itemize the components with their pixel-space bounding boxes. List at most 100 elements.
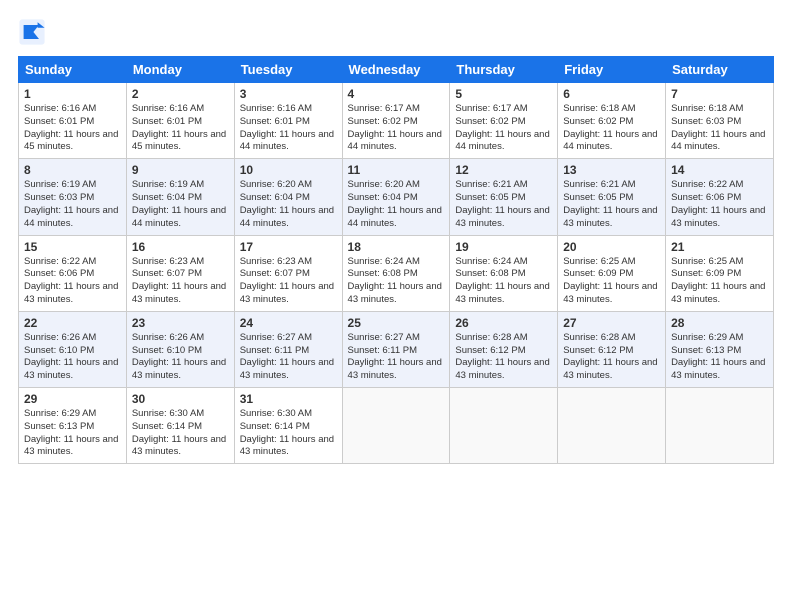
calendar-cell: 5Sunrise: 6:17 AMSunset: 6:02 PMDaylight… xyxy=(450,83,558,159)
day-number: 31 xyxy=(240,392,337,406)
calendar-cell: 8 Sunrise: 6:19 AMSunset: 6:03 PMDaylight… xyxy=(19,159,127,235)
cell-info: Sunrise: 6:23 AMSunset: 6:07 PMDaylight:… xyxy=(240,256,337,307)
day-number: 12 xyxy=(455,163,552,177)
day-number: 9 xyxy=(132,163,229,177)
calendar-cell xyxy=(558,388,666,464)
calendar-cell: 2 Sunrise: 6:16 AMSunset: 6:01 PMDaylight… xyxy=(126,83,234,159)
cell-info: Sunrise: 6:21 AMSunset: 6:05 PMDaylight:… xyxy=(563,179,660,230)
day-number: 26 xyxy=(455,316,552,330)
calendar-cell: 3 Sunrise: 6:16 AMSunset: 6:01 PMDaylight… xyxy=(234,83,342,159)
calendar-cell: 14Sunrise: 6:22 AMSunset: 6:06 PMDayligh… xyxy=(666,159,774,235)
cell-info: Sunrise: 6:19 AMSunset: 6:04 PMDaylight:… xyxy=(132,179,229,230)
day-number: 29 xyxy=(24,392,121,406)
calendar-week-row: 8 Sunrise: 6:19 AMSunset: 6:03 PMDaylight… xyxy=(19,159,774,235)
calendar-header-row: SundayMondayTuesdayWednesdayThursdayFrid… xyxy=(19,57,774,83)
cell-info: Sunrise: 6:21 AMSunset: 6:05 PMDaylight:… xyxy=(455,179,552,230)
calendar-cell: 12 Sunrise: 6:21 AMSunset: 6:05 PMDayligh… xyxy=(450,159,558,235)
day-number: 2 xyxy=(132,87,229,101)
day-number: 23 xyxy=(132,316,229,330)
cell-info: Sunrise: 6:28 AMSunset: 6:12 PMDaylight:… xyxy=(563,332,660,383)
cell-info: Sunrise: 6:22 AMSunset: 6:06 PMDaylight:… xyxy=(24,256,121,307)
day-number: 4 xyxy=(348,87,445,101)
day-number: 8 xyxy=(24,163,121,177)
calendar-cell: 24Sunrise: 6:27 AMSunset: 6:11 PMDayligh… xyxy=(234,311,342,387)
calendar-cell: 26 Sunrise: 6:28 AMSunset: 6:12 PMDayligh… xyxy=(450,311,558,387)
day-of-week-header: Monday xyxy=(126,57,234,83)
calendar-cell: 6 Sunrise: 6:18 AMSunset: 6:02 PMDaylight… xyxy=(558,83,666,159)
calendar-cell: 30 Sunrise: 6:30 AMSunset: 6:14 PMDayligh… xyxy=(126,388,234,464)
calendar-cell xyxy=(666,388,774,464)
cell-info: Sunrise: 6:30 AMSunset: 6:14 PMDaylight:… xyxy=(132,408,229,459)
day-number: 20 xyxy=(563,240,660,254)
cell-info: Sunrise: 6:18 AMSunset: 6:03 PMDaylight:… xyxy=(671,103,768,154)
day-of-week-header: Wednesday xyxy=(342,57,450,83)
day-of-week-header: Sunday xyxy=(19,57,127,83)
day-number: 5 xyxy=(455,87,552,101)
calendar-cell: 27 Sunrise: 6:28 AMSunset: 6:12 PMDayligh… xyxy=(558,311,666,387)
cell-info: Sunrise: 6:25 AMSunset: 6:09 PMDaylight:… xyxy=(671,256,768,307)
cell-info: Sunrise: 6:24 AMSunset: 6:08 PMDaylight:… xyxy=(348,256,445,307)
calendar-cell: 7Sunrise: 6:18 AMSunset: 6:03 PMDaylight… xyxy=(666,83,774,159)
calendar-cell: 31 Sunrise: 6:30 AMSunset: 6:14 PMDayligh… xyxy=(234,388,342,464)
calendar-cell: 1 Sunrise: 6:16 AMSunset: 6:01 PMDaylight… xyxy=(19,83,127,159)
cell-info: Sunrise: 6:19 AMSunset: 6:03 PMDaylight:… xyxy=(24,179,121,230)
day-of-week-header: Tuesday xyxy=(234,57,342,83)
day-number: 1 xyxy=(24,87,121,101)
day-number: 21 xyxy=(671,240,768,254)
day-number: 22 xyxy=(24,316,121,330)
calendar-cell: 16Sunrise: 6:23 AMSunset: 6:07 PMDayligh… xyxy=(126,235,234,311)
day-number: 15 xyxy=(24,240,121,254)
cell-info: Sunrise: 6:26 AMSunset: 6:10 PMDaylight:… xyxy=(132,332,229,383)
calendar-cell: 9 Sunrise: 6:19 AMSunset: 6:04 PMDaylight… xyxy=(126,159,234,235)
day-number: 3 xyxy=(240,87,337,101)
logo-icon xyxy=(18,18,46,46)
calendar-week-row: 15 Sunrise: 6:22 AMSunset: 6:06 PMDayligh… xyxy=(19,235,774,311)
day-number: 30 xyxy=(132,392,229,406)
day-number: 19 xyxy=(455,240,552,254)
calendar-cell: 21 Sunrise: 6:25 AMSunset: 6:09 PMDayligh… xyxy=(666,235,774,311)
calendar-week-row: 1 Sunrise: 6:16 AMSunset: 6:01 PMDaylight… xyxy=(19,83,774,159)
cell-info: Sunrise: 6:27 AMSunset: 6:11 PMDaylight:… xyxy=(240,332,337,383)
calendar-cell xyxy=(342,388,450,464)
calendar-week-row: 22 Sunrise: 6:26 AMSunset: 6:10 PMDayligh… xyxy=(19,311,774,387)
day-number: 13 xyxy=(563,163,660,177)
calendar-week-row: 29 Sunrise: 6:29 AMSunset: 6:13 PMDayligh… xyxy=(19,388,774,464)
calendar-cell: 29 Sunrise: 6:29 AMSunset: 6:13 PMDayligh… xyxy=(19,388,127,464)
cell-info: Sunrise: 6:29 AMSunset: 6:13 PMDaylight:… xyxy=(671,332,768,383)
cell-info: Sunrise: 6:16 AMSunset: 6:01 PMDaylight:… xyxy=(132,103,229,154)
day-number: 27 xyxy=(563,316,660,330)
page: SundayMondayTuesdayWednesdayThursdayFrid… xyxy=(0,0,792,612)
day-number: 11 xyxy=(348,163,445,177)
calendar-cell: 28 Sunrise: 6:29 AMSunset: 6:13 PMDayligh… xyxy=(666,311,774,387)
day-of-week-header: Thursday xyxy=(450,57,558,83)
calendar-cell: 22 Sunrise: 6:26 AMSunset: 6:10 PMDayligh… xyxy=(19,311,127,387)
day-of-week-header: Saturday xyxy=(666,57,774,83)
cell-info: Sunrise: 6:16 AMSunset: 6:01 PMDaylight:… xyxy=(24,103,121,154)
calendar-cell: 13 Sunrise: 6:21 AMSunset: 6:05 PMDayligh… xyxy=(558,159,666,235)
day-number: 25 xyxy=(348,316,445,330)
calendar-cell: 18 Sunrise: 6:24 AMSunset: 6:08 PMDayligh… xyxy=(342,235,450,311)
cell-info: Sunrise: 6:28 AMSunset: 6:12 PMDaylight:… xyxy=(455,332,552,383)
logo xyxy=(18,18,50,46)
cell-info: Sunrise: 6:25 AMSunset: 6:09 PMDaylight:… xyxy=(563,256,660,307)
calendar-cell: 4Sunrise: 6:17 AMSunset: 6:02 PMDaylight… xyxy=(342,83,450,159)
cell-info: Sunrise: 6:16 AMSunset: 6:01 PMDaylight:… xyxy=(240,103,337,154)
cell-info: Sunrise: 6:29 AMSunset: 6:13 PMDaylight:… xyxy=(24,408,121,459)
calendar-cell: 10 Sunrise: 6:20 AMSunset: 6:04 PMDayligh… xyxy=(234,159,342,235)
cell-info: Sunrise: 6:30 AMSunset: 6:14 PMDaylight:… xyxy=(240,408,337,459)
cell-info: Sunrise: 6:24 AMSunset: 6:08 PMDaylight:… xyxy=(455,256,552,307)
cell-info: Sunrise: 6:18 AMSunset: 6:02 PMDaylight:… xyxy=(563,103,660,154)
day-number: 18 xyxy=(348,240,445,254)
calendar-table: SundayMondayTuesdayWednesdayThursdayFrid… xyxy=(18,56,774,464)
day-number: 6 xyxy=(563,87,660,101)
day-number: 10 xyxy=(240,163,337,177)
calendar-cell: 11Sunrise: 6:20 AMSunset: 6:04 PMDayligh… xyxy=(342,159,450,235)
cell-info: Sunrise: 6:26 AMSunset: 6:10 PMDaylight:… xyxy=(24,332,121,383)
calendar-cell: 23 Sunrise: 6:26 AMSunset: 6:10 PMDayligh… xyxy=(126,311,234,387)
day-number: 14 xyxy=(671,163,768,177)
day-number: 28 xyxy=(671,316,768,330)
calendar-cell: 17Sunrise: 6:23 AMSunset: 6:07 PMDayligh… xyxy=(234,235,342,311)
day-of-week-header: Friday xyxy=(558,57,666,83)
cell-info: Sunrise: 6:20 AMSunset: 6:04 PMDaylight:… xyxy=(240,179,337,230)
calendar-cell: 19 Sunrise: 6:24 AMSunset: 6:08 PMDayligh… xyxy=(450,235,558,311)
